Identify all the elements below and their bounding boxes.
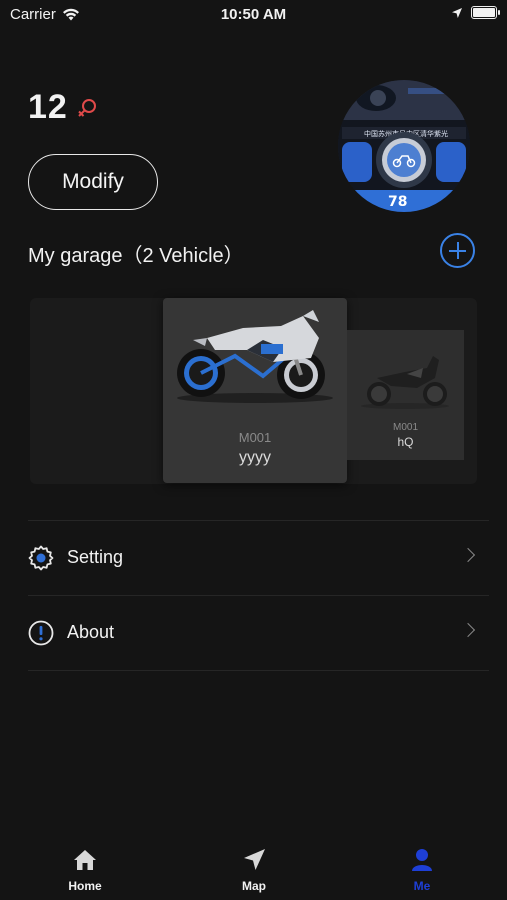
chevron-right-icon [460, 547, 476, 563]
location-arrow-icon [452, 7, 462, 18]
vehicle-name: yyyy [239, 449, 271, 466]
gear-icon [28, 545, 54, 571]
person-icon [412, 849, 432, 871]
tab-label: Me [413, 879, 431, 893]
menu-label: About [67, 622, 115, 642]
divider [28, 670, 489, 671]
vehicle-model: M001 [238, 430, 272, 445]
modify-button[interactable]: Modify [28, 154, 158, 210]
avatar[interactable]: 中国苏州市吴中区清华紫光 78 [338, 80, 470, 212]
menu-label: Setting [67, 547, 124, 567]
menu-item-setting[interactable]: Setting [0, 521, 507, 595]
tab-home[interactable]: Home [45, 848, 125, 893]
user-id: 12 [28, 88, 98, 127]
vehicle-card[interactable]: M001 hQ [347, 330, 464, 460]
add-vehicle-button[interactable] [440, 233, 475, 268]
avatar-speed-text: 78 [388, 194, 407, 210]
female-symbol-icon [78, 98, 96, 117]
avatar-image: 中国苏州市吴中区清华紫光 78 [338, 80, 470, 212]
status-bar: Carrier 10:50 AM [0, 0, 507, 30]
info-icon [28, 620, 54, 646]
user-id-value: 12 [28, 88, 68, 126]
home-icon [74, 850, 96, 870]
garage-title: My garage（2 Vehicle） [28, 245, 244, 267]
tab-label: Map [242, 879, 266, 893]
tab-me[interactable]: Me [382, 848, 462, 893]
navigation-arrow-icon [244, 849, 265, 870]
battery-icon [471, 6, 500, 19]
tab-map[interactable]: Map [214, 848, 294, 893]
vehicle-name: hQ [397, 435, 414, 449]
vehicle-card-selected[interactable]: M001 yyyy [163, 298, 347, 483]
tab-bar: Home Map Me [0, 836, 507, 900]
vehicle-model: M001 [392, 422, 418, 433]
chevron-right-icon [460, 622, 476, 638]
tab-label: Home [68, 879, 102, 893]
menu-item-about[interactable]: About [0, 596, 507, 670]
motorcycle-image [361, 356, 449, 409]
motorcycle-image [177, 310, 333, 403]
status-time: 10:50 AM [220, 6, 287, 23]
